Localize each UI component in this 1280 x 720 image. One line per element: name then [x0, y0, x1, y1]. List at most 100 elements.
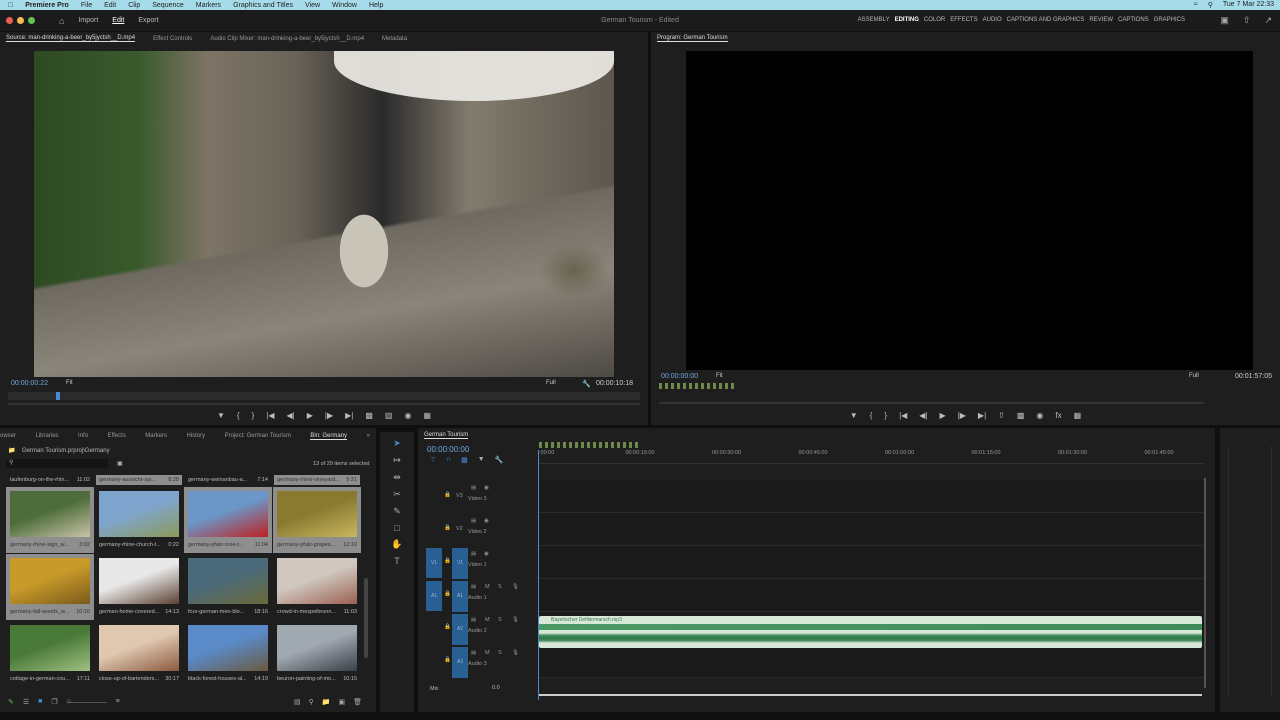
wifi-icon[interactable]: ≈ [1194, 1, 1198, 9]
tab-sequence[interactable]: German Tourism [424, 432, 469, 439]
microphone-icon[interactable]: 🎙 [512, 617, 519, 623]
ws-captions[interactable]: CAPTIONS [1118, 17, 1149, 23]
marker-icon[interactable]: ▼ [217, 411, 225, 420]
menu-view[interactable]: View [305, 2, 320, 9]
hand-tool-icon[interactable]: ✋ [391, 539, 402, 550]
program-timecode[interactable]: 00:00:00:00 [661, 373, 698, 380]
sequence-markers[interactable] [539, 442, 639, 448]
lock-icon[interactable]: 🔒 [444, 624, 451, 630]
new-bin-icon[interactable]: ▣ [117, 460, 123, 467]
program-zoom-bar[interactable] [659, 402, 1204, 404]
mark-out-icon[interactable]: } [252, 411, 255, 420]
eye-icon[interactable]: ◉ [484, 551, 489, 557]
bin-scrollbar[interactable] [364, 578, 368, 658]
tab-bin-germany[interactable]: Bin: Germany [310, 433, 348, 440]
timeline-timecode[interactable]: 00:00:00:00 [427, 445, 469, 454]
solo-button[interactable]: S [498, 650, 502, 656]
nest-icon[interactable]: ⊤ [430, 456, 436, 464]
wrench-icon[interactable]: 🔧 [582, 380, 591, 388]
lock-icon[interactable]: 🔒 [444, 525, 451, 531]
menu-graphics[interactable]: Graphics and Titles [233, 2, 293, 9]
compare-icon[interactable]: ▦ [423, 411, 431, 420]
pen-tool-icon[interactable]: ✎ [393, 506, 401, 517]
clip-thumbnail[interactable] [99, 625, 179, 671]
type-tool-icon[interactable]: T [394, 556, 400, 566]
mix-value[interactable]: 0.0 [492, 685, 500, 691]
clip-thumbnail[interactable] [10, 558, 90, 604]
tab-history[interactable]: History [186, 433, 205, 439]
step-forward-icon[interactable]: |▶ [325, 411, 333, 420]
new-bin-footer-icon[interactable]: 📁 [322, 698, 331, 706]
playhead[interactable] [56, 392, 60, 400]
snap-icon[interactable]: ∩ [446, 456, 451, 464]
bin-item-label[interactable]: germany-aussicht-spi... 8:28 [96, 475, 182, 485]
selection-tool-icon[interactable]: ➤ [393, 438, 401, 449]
menu-markers[interactable]: Markers [196, 2, 221, 9]
tab-browser[interactable]: owser [0, 433, 16, 439]
zoom-slider[interactable]: ○ [66, 698, 107, 705]
microphone-icon[interactable]: 🎙 [512, 584, 519, 590]
app-menu[interactable]: Premiere Pro [25, 2, 69, 9]
track-lane-a3[interactable] [539, 645, 1204, 678]
menu-sequence[interactable]: Sequence [152, 2, 184, 9]
clip-thumbnail[interactable] [99, 491, 179, 537]
tab-libraries[interactable]: Libraries [36, 433, 59, 439]
extract-icon[interactable]: ▩ [1017, 411, 1025, 420]
tab-project[interactable]: Project: German Tourism [225, 433, 291, 439]
source-video-frame[interactable] [34, 51, 614, 377]
mark-in-icon[interactable]: { [237, 411, 240, 420]
tab-audio-clip-mixer[interactable]: Audio Clip Mixer: man-drinking-a-beer_by… [210, 36, 364, 42]
program-quality-select[interactable]: Full [1189, 373, 1199, 379]
mute-button[interactable]: M [485, 617, 490, 623]
audio-clip[interactable]: Bayerischer Defiliermarsch.mp3 [539, 616, 1202, 648]
mark-out-icon[interactable]: } [884, 411, 887, 420]
clip-thumbnail[interactable] [188, 625, 268, 671]
razor-tool-icon[interactable]: ✂ [393, 489, 401, 500]
menu-file[interactable]: File [81, 2, 92, 9]
play-icon[interactable]: ▶ [307, 411, 313, 420]
bin-item-label[interactable]: germany-rhine-vineyard... 9:21 [274, 475, 360, 485]
linked-selection-icon[interactable]: ▩ [461, 456, 468, 464]
source-quality-select[interactable]: Full [546, 380, 556, 386]
eye-icon[interactable]: ◉ [484, 518, 489, 524]
ws-captions-graphics[interactable]: CAPTIONS AND GRAPHICS [1007, 17, 1085, 23]
new-item-icon[interactable]: ▣ [338, 698, 345, 706]
marker-icon[interactable]: ▼ [850, 411, 858, 420]
tab-effects[interactable]: Effects [108, 433, 126, 439]
vertical-scrollbar[interactable] [1204, 478, 1206, 688]
program-fit-select[interactable]: Fit [716, 373, 723, 379]
tab-markers[interactable]: Markers [145, 433, 167, 439]
tab-program[interactable]: Program: German Tourism [657, 35, 728, 42]
ws-audio[interactable]: AUDIO [983, 17, 1002, 23]
sync-lock-icon[interactable]: ▤ [471, 617, 476, 623]
zoom-window-button[interactable] [28, 17, 35, 24]
add-marker-icon[interactable]: ▼ [478, 456, 485, 464]
track-lane-v1[interactable] [539, 546, 1204, 579]
mute-button[interactable]: M [485, 584, 490, 590]
camera-icon[interactable]: ◉ [404, 411, 411, 420]
tab-metadata[interactable]: Metadata [382, 36, 407, 42]
fx-icon[interactable]: fx [1055, 411, 1061, 420]
menu-window[interactable]: Window [332, 2, 357, 9]
insert-icon[interactable]: ▩ [365, 411, 373, 420]
nav-edit[interactable]: Edit [112, 17, 124, 24]
list-view-icon[interactable]: ☰ [23, 698, 29, 706]
ws-graphics[interactable]: GRAPHICS [1154, 17, 1185, 23]
clip-thumbnail[interactable] [188, 558, 268, 604]
program-video-frame[interactable] [686, 51, 1253, 370]
sync-lock-icon[interactable]: ▤ [471, 551, 476, 557]
source-zoom-bar[interactable] [8, 403, 640, 405]
sync-lock-icon[interactable]: ▤ [471, 518, 476, 524]
icon-view-icon[interactable]: ■ [38, 698, 42, 706]
lock-icon[interactable]: 🔒 [444, 558, 451, 564]
clip-thumbnail[interactable] [188, 491, 268, 537]
ws-assembly[interactable]: ASSEMBLY [858, 17, 890, 23]
trash-icon[interactable]: 🗑 [353, 698, 362, 706]
sync-lock-icon[interactable]: ▤ [471, 584, 476, 590]
ws-review[interactable]: REVIEW [1089, 17, 1113, 23]
minimize-window-button[interactable] [17, 17, 24, 24]
play-icon[interactable]: ▶ [940, 411, 946, 420]
lift-icon[interactable]: ⇧ [998, 411, 1005, 420]
menu-help[interactable]: Help [369, 2, 383, 9]
nav-export[interactable]: Export [138, 17, 158, 24]
